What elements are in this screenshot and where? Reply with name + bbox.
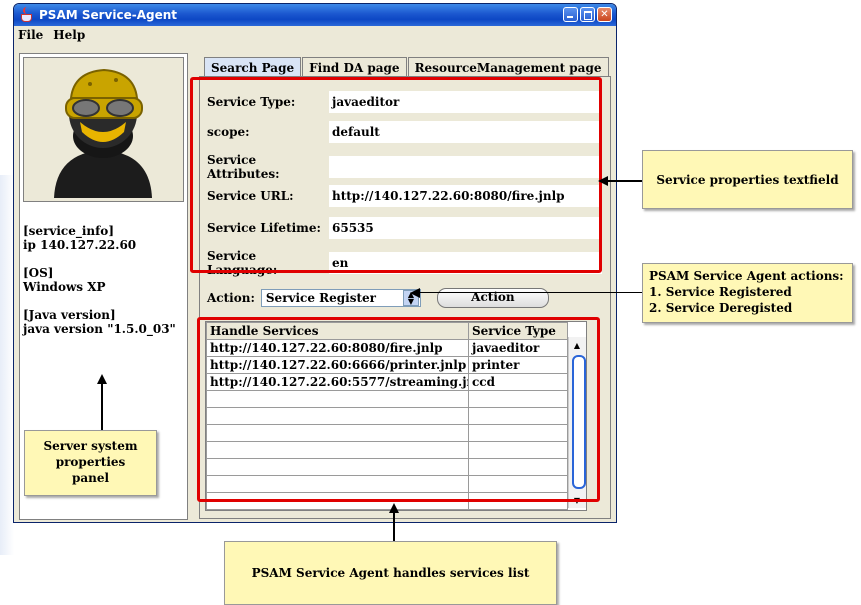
info-line: [service_info] (23, 224, 114, 238)
info-line: Windows XP (23, 280, 106, 294)
arrow-line (418, 292, 642, 293)
callout-system-line: Server system (43, 439, 138, 453)
action-row: Action: Service Register ▲ ▼ Action (207, 288, 549, 308)
arrow-line (606, 180, 642, 182)
callout-system-line: panel (71, 471, 110, 485)
system-info-text: [service_info] ip 140.127.22.60 [OS] Win… (23, 224, 176, 336)
callout-system: Server system properties panel (24, 430, 157, 496)
info-line: ip 140.127.22.60 (23, 238, 137, 252)
callout-actions-line: PSAM Service Agent actions: (649, 269, 844, 283)
maximize-button[interactable] (580, 7, 595, 22)
tab-bar: Search Page Find DA page ResourceManagem… (204, 57, 610, 77)
close-button[interactable]: ✕ (597, 7, 612, 22)
action-button[interactable]: Action (436, 288, 549, 308)
info-line: [OS] (23, 266, 54, 280)
menu-help[interactable]: Help (53, 28, 85, 42)
minimize-button[interactable] (563, 7, 578, 22)
action-select-value: Service Register (265, 291, 376, 305)
services-list-highlight (197, 317, 600, 502)
arrow-line (101, 383, 103, 430)
avatar (23, 57, 184, 202)
arrow-head-icon (389, 503, 399, 513)
info-line: [Java version] (23, 308, 116, 322)
decorative-edge (0, 175, 14, 555)
action-label: Action: (207, 291, 255, 305)
arrow-line (393, 511, 395, 541)
callout-actions-line: 2. Service Deregisted (649, 301, 793, 315)
arrow-head-icon (410, 288, 420, 298)
callout-services-text: PSAM Service Agent handles services list (251, 566, 530, 580)
window-title: PSAM Service-Agent (39, 8, 178, 22)
callout-actions-line: 1. Service Registered (649, 285, 792, 299)
tab-search-page[interactable]: Search Page (204, 57, 302, 77)
info-line (23, 294, 176, 308)
callout-actions: PSAM Service Agent actions: 1. Service R… (642, 263, 853, 323)
arrow-head-icon (97, 374, 107, 384)
info-line: java version "1.5.0_03" (23, 322, 176, 336)
tab-find-da-page[interactable]: Find DA page (302, 57, 407, 77)
callout-properties-text: Service properties textfield (656, 172, 839, 187)
title-bar: PSAM Service-Agent ✕ (14, 4, 616, 26)
arrow-head-icon (598, 176, 608, 186)
java-icon (19, 7, 33, 23)
callout-properties: Service properties textfield (642, 150, 853, 209)
properties-highlight (190, 77, 602, 273)
menu-file[interactable]: File (18, 28, 43, 42)
tab-resource-management[interactable]: ResourceManagement page (407, 57, 609, 77)
action-select[interactable]: Service Register ▲ ▼ (260, 289, 421, 307)
callout-services: PSAM Service Agent handles services list (224, 541, 557, 605)
menu-bar: File Help (14, 26, 616, 44)
callout-system-line: properties (55, 455, 126, 469)
agent-avatar-icon (54, 68, 152, 198)
info-line (23, 252, 176, 266)
